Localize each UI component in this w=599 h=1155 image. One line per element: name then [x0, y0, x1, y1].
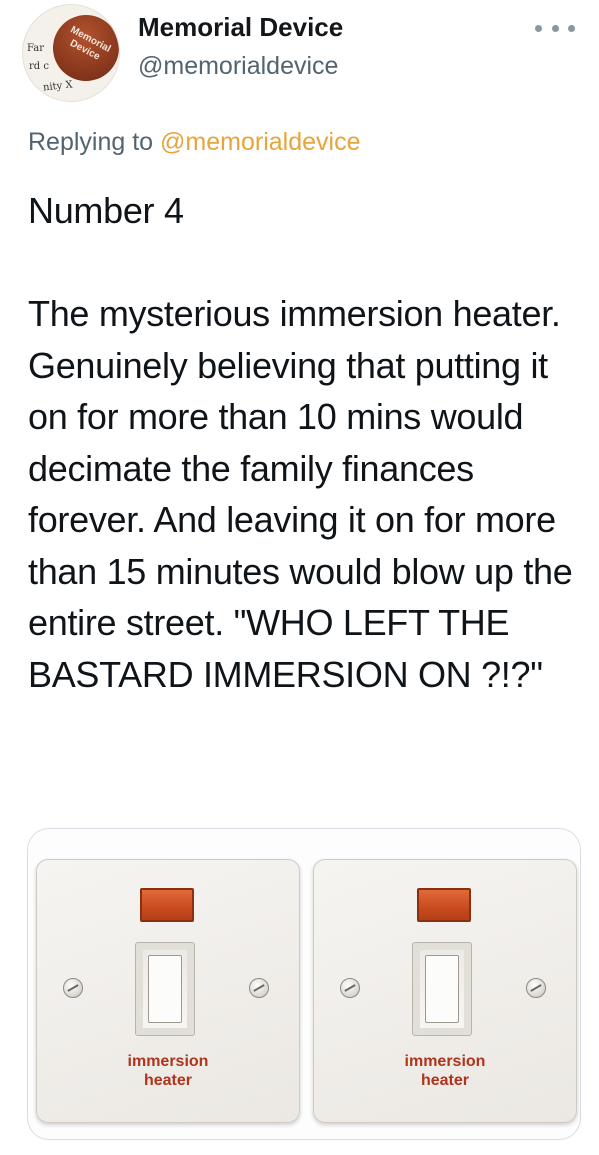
more-horizontal-icon[interactable]: [535, 18, 575, 38]
rocker-switch: [135, 942, 195, 1036]
avatar-stamp-text: nity X: [42, 79, 74, 94]
screw-icon: [63, 978, 83, 998]
avatar-seal-logo: Memorial Device: [41, 5, 119, 93]
plate-label-line: immersion: [127, 1053, 209, 1070]
screw-icon: [249, 978, 269, 998]
avatar-stamp-text: rd c: [29, 61, 49, 72]
replying-to: Replying to @memorialdevice: [28, 128, 360, 157]
plate-label-line: heater: [143, 1072, 193, 1089]
screw-icon: [526, 978, 546, 998]
replying-to-handle-link[interactable]: @memorialdevice: [160, 128, 360, 156]
media-image[interactable]: immersion heater immersion heater: [27, 828, 581, 1140]
replying-to-prefix: Replying to: [28, 128, 161, 156]
plate-label: immersion heater: [37, 1052, 299, 1090]
neon-indicator: [140, 888, 194, 922]
tweet-text: Number 4 The mysterious immersion heater…: [28, 190, 573, 695]
author-display-name[interactable]: Memorial Device: [138, 12, 343, 43]
avatar[interactable]: Far rd c nity X Memorial Device: [22, 4, 120, 102]
avatar-stamp-text: Far: [27, 43, 45, 54]
neon-indicator: [417, 888, 471, 922]
plate-label-line: heater: [420, 1072, 470, 1089]
plate-label-line: immersion: [404, 1053, 486, 1070]
rocker-switch: [412, 942, 472, 1036]
plate-label: immersion heater: [314, 1052, 576, 1090]
author-handle[interactable]: @memorialdevice: [138, 52, 338, 81]
screw-icon: [340, 978, 360, 998]
switch-plate: immersion heater: [313, 859, 577, 1123]
switch-plate: immersion heater: [36, 859, 300, 1123]
